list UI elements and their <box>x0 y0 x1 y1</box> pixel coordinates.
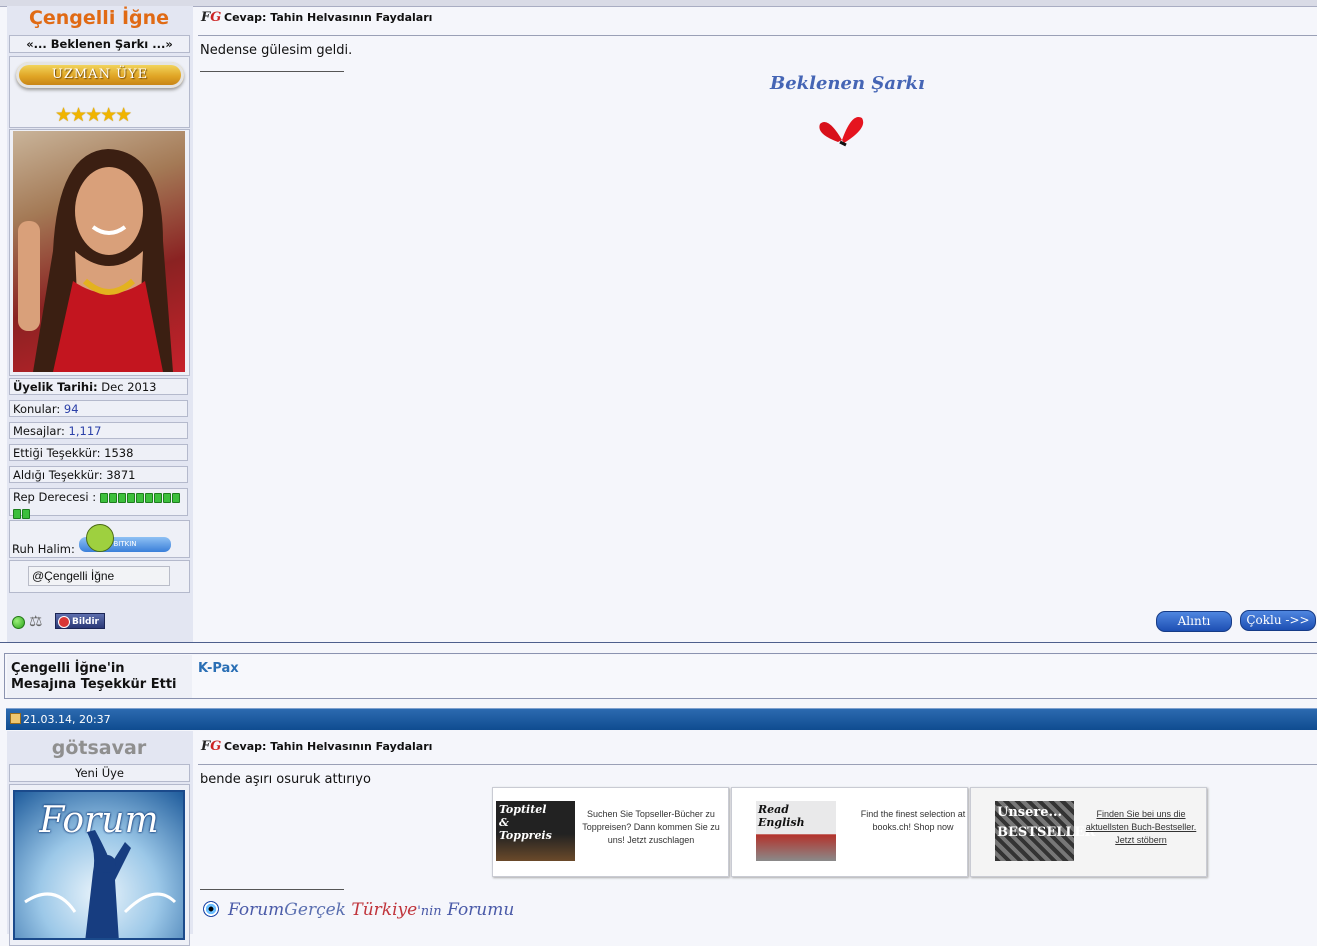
post2-signature: ForumGerçek Türkiye'nin Forumu <box>228 900 514 920</box>
multi-quote-button[interactable]: Çoklu ->> <box>1240 610 1316 631</box>
report-icon <box>58 616 70 628</box>
ad-image-text: Unsere... BESTSELLER <box>997 805 1096 840</box>
reputation-label: Rep Derecesi : <box>13 490 97 504</box>
post1-signature-divider <box>200 71 344 72</box>
post1-title-divider <box>198 35 1317 36</box>
post2-username[interactable]: götsavar <box>8 737 190 759</box>
ad-banner[interactable]: Unsere... BESTSELLER Finden Sie bei uns … <box>970 787 1207 877</box>
ad-image-text: Toptitel & Toppreis <box>499 803 552 842</box>
got-thanks-value: 3871 <box>106 468 136 482</box>
forum-logo-icon: FG <box>201 10 222 25</box>
mention-field[interactable]: @Çengelli İğne <box>28 566 170 586</box>
post2-date: 21.03.14, 20:37 <box>23 713 111 726</box>
post2-signature-divider <box>200 889 344 890</box>
mood-face-icon <box>86 524 114 552</box>
sig-nin: 'nin <box>417 904 442 919</box>
sig-gercek: Gerçek <box>284 900 346 920</box>
quote-button[interactable]: Alıntı <box>1156 611 1232 632</box>
online-status-icon <box>12 616 25 629</box>
thanks-label: Çengelli İğne'in Mesajına Teşekkür Etti <box>11 661 177 692</box>
messages-label: Mesajlar: <box>13 424 65 438</box>
post1-message: Nedense gülesim geldi. <box>200 43 353 58</box>
ad-image-text: Read English <box>758 803 805 829</box>
join-date-label: Üyelik Tarihi: <box>13 380 98 394</box>
thanks-users-cell <box>192 655 1317 698</box>
join-date: Üyelik Tarihi: Dec 2013 <box>9 378 188 395</box>
avatar-figure-image <box>24 830 177 938</box>
ad-text[interactable]: Find the finest selection at books.ch! S… <box>860 808 966 834</box>
rank-stars-icon: ★★★★★ <box>55 104 132 126</box>
butterfly-icon <box>819 116 864 147</box>
mood-label: Ruh Halim: <box>12 542 75 556</box>
got-thanks-label: Aldığı Teşekkür: <box>13 468 103 482</box>
ad-banner[interactable]: Toptitel & Toppreis Suchen Sie Topseller… <box>492 787 729 877</box>
evil-eye-icon <box>203 901 219 917</box>
thanks-user-link[interactable]: K-Pax <box>198 661 239 676</box>
ad-text[interactable]: Finden Sie bei uns die aktuellsten Buch-… <box>1077 808 1205 847</box>
post1-username[interactable]: Çengelli İğne <box>8 7 190 29</box>
post1-rank-badge: UZMAN ÜYE <box>16 62 184 88</box>
post-doc-icon <box>10 713 21 724</box>
sig-turkiye: Türkiye <box>351 900 418 920</box>
gave-thanks-value: 1538 <box>104 446 134 460</box>
avatar-portrait-image <box>18 149 173 372</box>
forum-logo-icon: FG <box>201 739 222 754</box>
gave-thanks-label: Ettiği Teşekkür: <box>13 446 101 460</box>
post2-avatar: Forum <box>13 790 185 940</box>
sig-forum: Forum <box>228 900 285 920</box>
sig-forumu: Forumu <box>447 900 515 920</box>
post2-header-bar: 21.03.14, 20:37 <box>6 708 1317 730</box>
post2-message: bende aşırı osuruk attırıyo <box>200 772 371 787</box>
post1-bottom-border <box>0 642 1317 643</box>
ad-london-image: Read English <box>756 801 836 861</box>
reputation: Rep Derecesi : <box>9 488 188 535</box>
topics-value[interactable]: 94 <box>64 402 79 416</box>
post2-title: Cevap: Tahin Helvasının Faydaları <box>224 740 433 753</box>
topics-count: Konular: 94 <box>9 400 188 417</box>
messages-count: Mesajlar: 1,117 <box>9 422 188 439</box>
join-date-value: Dec 2013 <box>101 380 157 394</box>
top-divider <box>0 0 1317 7</box>
post2-user-title: Yeni Üye <box>9 764 190 782</box>
got-thanks-count: Aldığı Teşekkür: 3871 <box>9 466 188 483</box>
messages-value[interactable]: 1,117 <box>69 424 102 438</box>
post2-title-divider <box>198 764 1317 765</box>
gave-thanks-count: Ettiği Teşekkür: 1538 <box>9 444 188 461</box>
scales-icon[interactable]: ⚖ <box>29 612 42 630</box>
ad-book-image: Toptitel & Toppreis <box>496 801 575 861</box>
ad-bestseller-image: Unsere... BESTSELLER <box>995 801 1096 861</box>
topics-label: Konular: <box>13 402 61 416</box>
ad-text[interactable]: Suchen Sie Topseller-Bücher zu Toppreise… <box>575 808 727 847</box>
post1-user-title: «... Beklenen Şarkı ...» <box>9 35 190 53</box>
ad-banner[interactable]: Read English Find the finest selection a… <box>731 787 968 877</box>
post1-avatar <box>13 131 185 372</box>
post1-title: Cevap: Tahin Helvasının Faydaları <box>224 11 433 24</box>
post1-signature: Beklenen Şarkı <box>770 73 925 94</box>
